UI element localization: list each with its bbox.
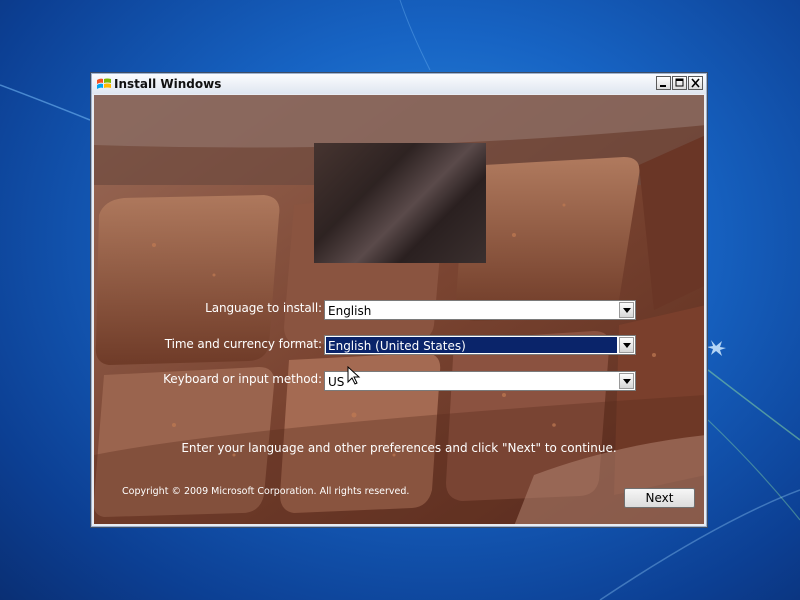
time-currency-dropdown-button[interactable] — [619, 337, 634, 353]
language-value: English — [328, 304, 372, 318]
close-button[interactable] — [688, 76, 703, 90]
instruction-text: Enter your language and other preference… — [181, 441, 617, 455]
setup-content-area: Language to install: English Time and cu… — [94, 95, 704, 524]
keyboard-label: Keyboard or input method: — [163, 372, 322, 386]
maximize-icon — [675, 78, 684, 87]
hero-image — [314, 143, 486, 263]
maximize-button[interactable] — [672, 76, 687, 90]
language-dropdown-button[interactable] — [619, 302, 634, 318]
chevron-down-icon — [623, 379, 631, 384]
minimize-button[interactable] — [656, 76, 671, 90]
caption-buttons — [656, 76, 703, 90]
chevron-down-icon — [623, 343, 631, 348]
mouse-pointer-icon — [347, 366, 361, 385]
window-title: Install Windows — [114, 77, 222, 91]
chevron-down-icon — [623, 308, 631, 313]
close-icon — [691, 78, 700, 88]
minimize-icon — [660, 85, 666, 87]
time-currency-label: Time and currency format: — [164, 337, 322, 351]
keyboard-dropdown-button[interactable] — [619, 373, 634, 389]
language-select[interactable]: English — [324, 300, 636, 320]
time-currency-select[interactable]: English (United States) — [324, 335, 636, 355]
language-label: Language to install: — [205, 301, 322, 315]
windows-logo-icon — [97, 78, 111, 89]
install-windows-dialog: Install Windows Language to install: Eng… — [90, 72, 708, 528]
keyboard-value: US — [328, 375, 345, 389]
time-currency-value: English (United States) — [325, 336, 618, 354]
keyboard-select[interactable]: US — [324, 371, 636, 391]
copyright-text: Copyright © 2009 Microsoft Corporation. … — [122, 486, 410, 497]
title-bar[interactable]: Install Windows — [92, 74, 706, 94]
next-button[interactable]: Next — [624, 488, 695, 508]
